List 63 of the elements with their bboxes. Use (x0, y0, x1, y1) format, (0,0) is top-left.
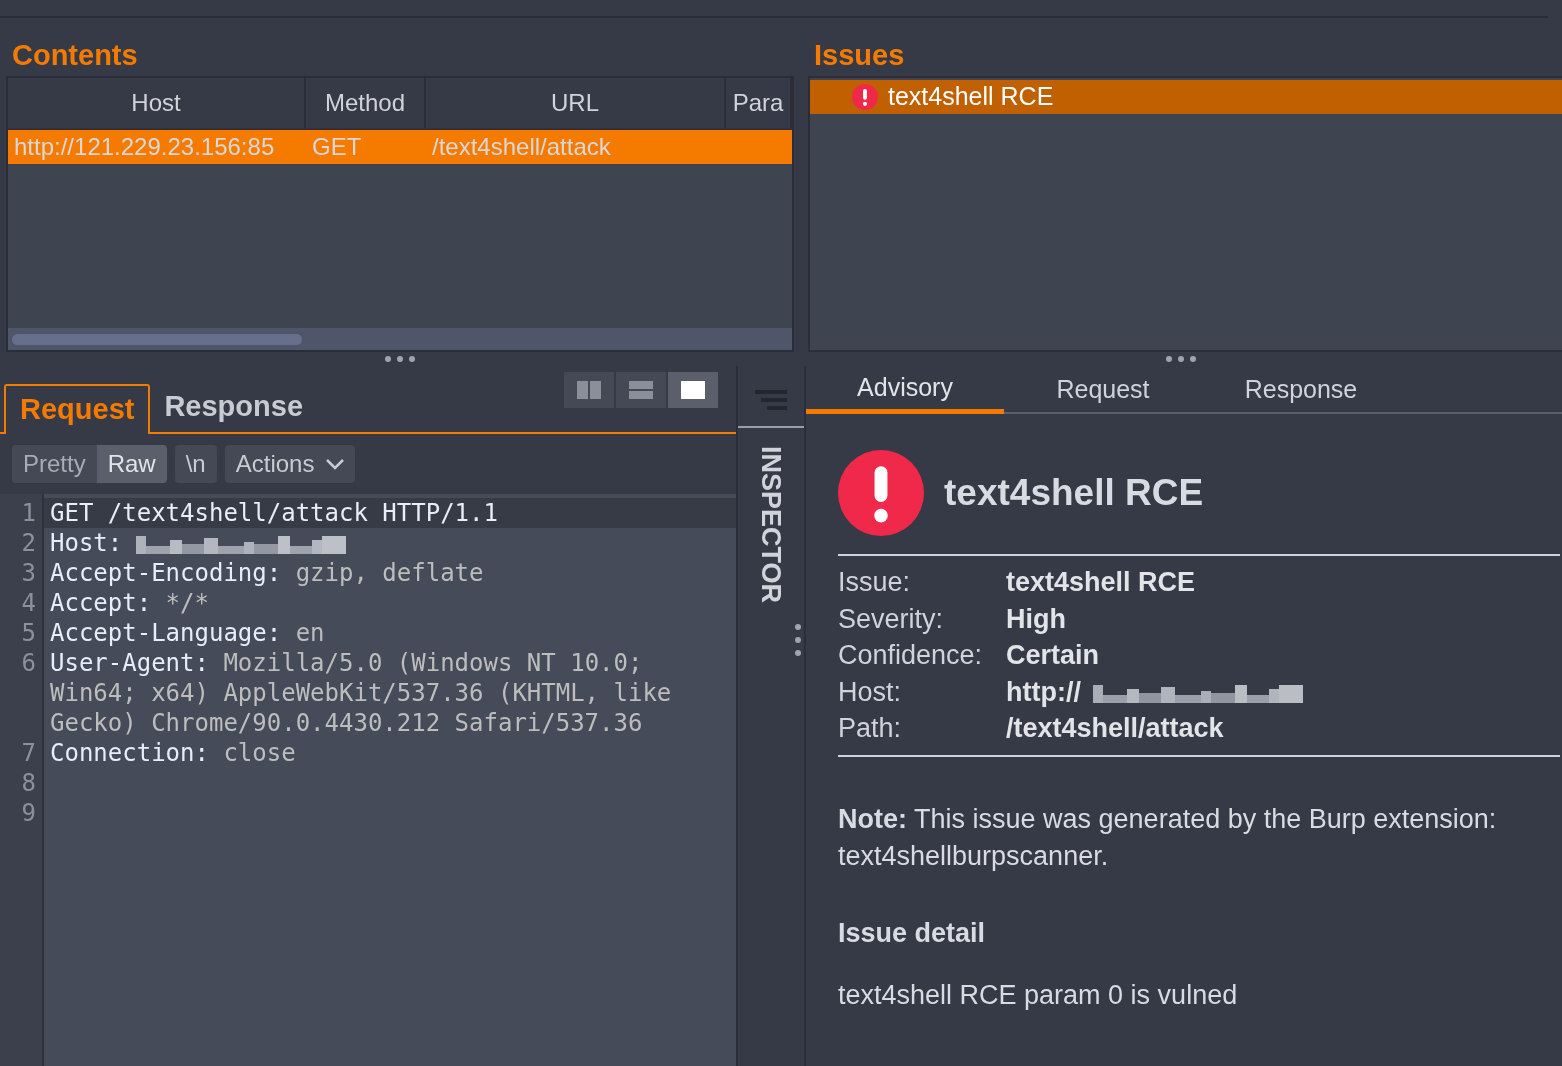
code-line: GET /text4shell/attack HTTP/1.1 (50, 499, 498, 527)
split-columns-icon (577, 381, 601, 399)
format-toggle[interactable]: Raw (96, 445, 167, 483)
panel-title: Issues (813, 38, 906, 73)
column-header[interactable]: URL (426, 78, 726, 128)
table-cell-text: http://121.229.23.156:85 (13, 132, 276, 162)
section-heading: Issue detail (838, 916, 987, 950)
detail-value: text4shell RCE (1006, 566, 1196, 599)
line-number: 2 (20, 528, 37, 558)
code-editor[interactable] (0, 494, 736, 1066)
detail-value: High (1006, 602, 1066, 636)
detail-label: Confidence: (838, 639, 984, 672)
editor-tab[interactable]: Request (4, 384, 151, 434)
issue-title: text4shell RCE (944, 471, 1204, 516)
line-number: 9 (20, 798, 37, 828)
table-cell-text: GET (311, 132, 363, 162)
editor-tab[interactable]: Response (150, 382, 318, 432)
chevron-down-icon (326, 458, 345, 470)
line-number: 5 (20, 618, 37, 648)
format-toggle[interactable]: Pretty (12, 445, 97, 483)
panel-title: Contents (11, 38, 139, 73)
detail-label: Severity: (838, 602, 945, 636)
horizontal-scrollbar[interactable] (8, 328, 792, 350)
detail-label: Issue: (838, 566, 912, 599)
line-number: 4 (20, 588, 37, 618)
newline-toggle[interactable]: \n (174, 445, 217, 483)
code-line: Connection: close (50, 739, 296, 767)
view-mode-button[interactable] (616, 372, 666, 408)
view-mode-button[interactable] (564, 372, 614, 408)
code-line: Accept-Encoding: gzip, deflate (50, 559, 484, 587)
line-number: 3 (20, 558, 37, 588)
line-number: 1 (20, 498, 37, 528)
column-header[interactable]: Host (8, 78, 306, 128)
advisory-tab[interactable]: Request (1004, 366, 1202, 414)
code-line: Accept: */* (50, 589, 209, 617)
vertical-dots-icon[interactable] (794, 623, 802, 658)
inspector-tab[interactable]: INSPECTOR (750, 446, 792, 604)
line-number: 8 (20, 768, 37, 798)
code-line: Accept-Language: en (50, 619, 325, 647)
column-header[interactable]: Method (306, 78, 426, 128)
line-number: 7 (20, 738, 37, 768)
detail-value: /text4shell/attack (1006, 712, 1224, 745)
view-mode-button[interactable] (668, 372, 718, 408)
code-line: Host: (50, 529, 123, 557)
line-number: 6 (20, 648, 37, 678)
detail-label: Host: (838, 675, 903, 709)
advisory-tab[interactable]: Advisory (806, 366, 1004, 414)
detail-value: Certain (1006, 639, 1100, 672)
advisory-tab[interactable]: Response (1202, 366, 1400, 414)
detail-text: text4shell RCE param 0 is vulned (838, 979, 1239, 1012)
detail-label: Path: (838, 712, 903, 745)
issue-item[interactable]: text4shell RCE (810, 80, 1562, 114)
detail-value: http:// (1006, 675, 1081, 709)
single-pane-icon (681, 381, 705, 399)
drag-handle-icon (1165, 355, 1197, 363)
table-cell-text: /text4shell/attack (431, 132, 612, 162)
actions-dropdown[interactable]: Actions (224, 445, 356, 483)
alert-icon (852, 84, 878, 110)
split-rows-icon (629, 381, 653, 399)
column-header[interactable]: Para (726, 78, 792, 128)
note-text: Note: This issue was generated by the Burp extension: text4shellburpscanner. (838, 802, 1498, 873)
drag-handle-icon (384, 355, 416, 363)
alert-icon (838, 450, 924, 536)
